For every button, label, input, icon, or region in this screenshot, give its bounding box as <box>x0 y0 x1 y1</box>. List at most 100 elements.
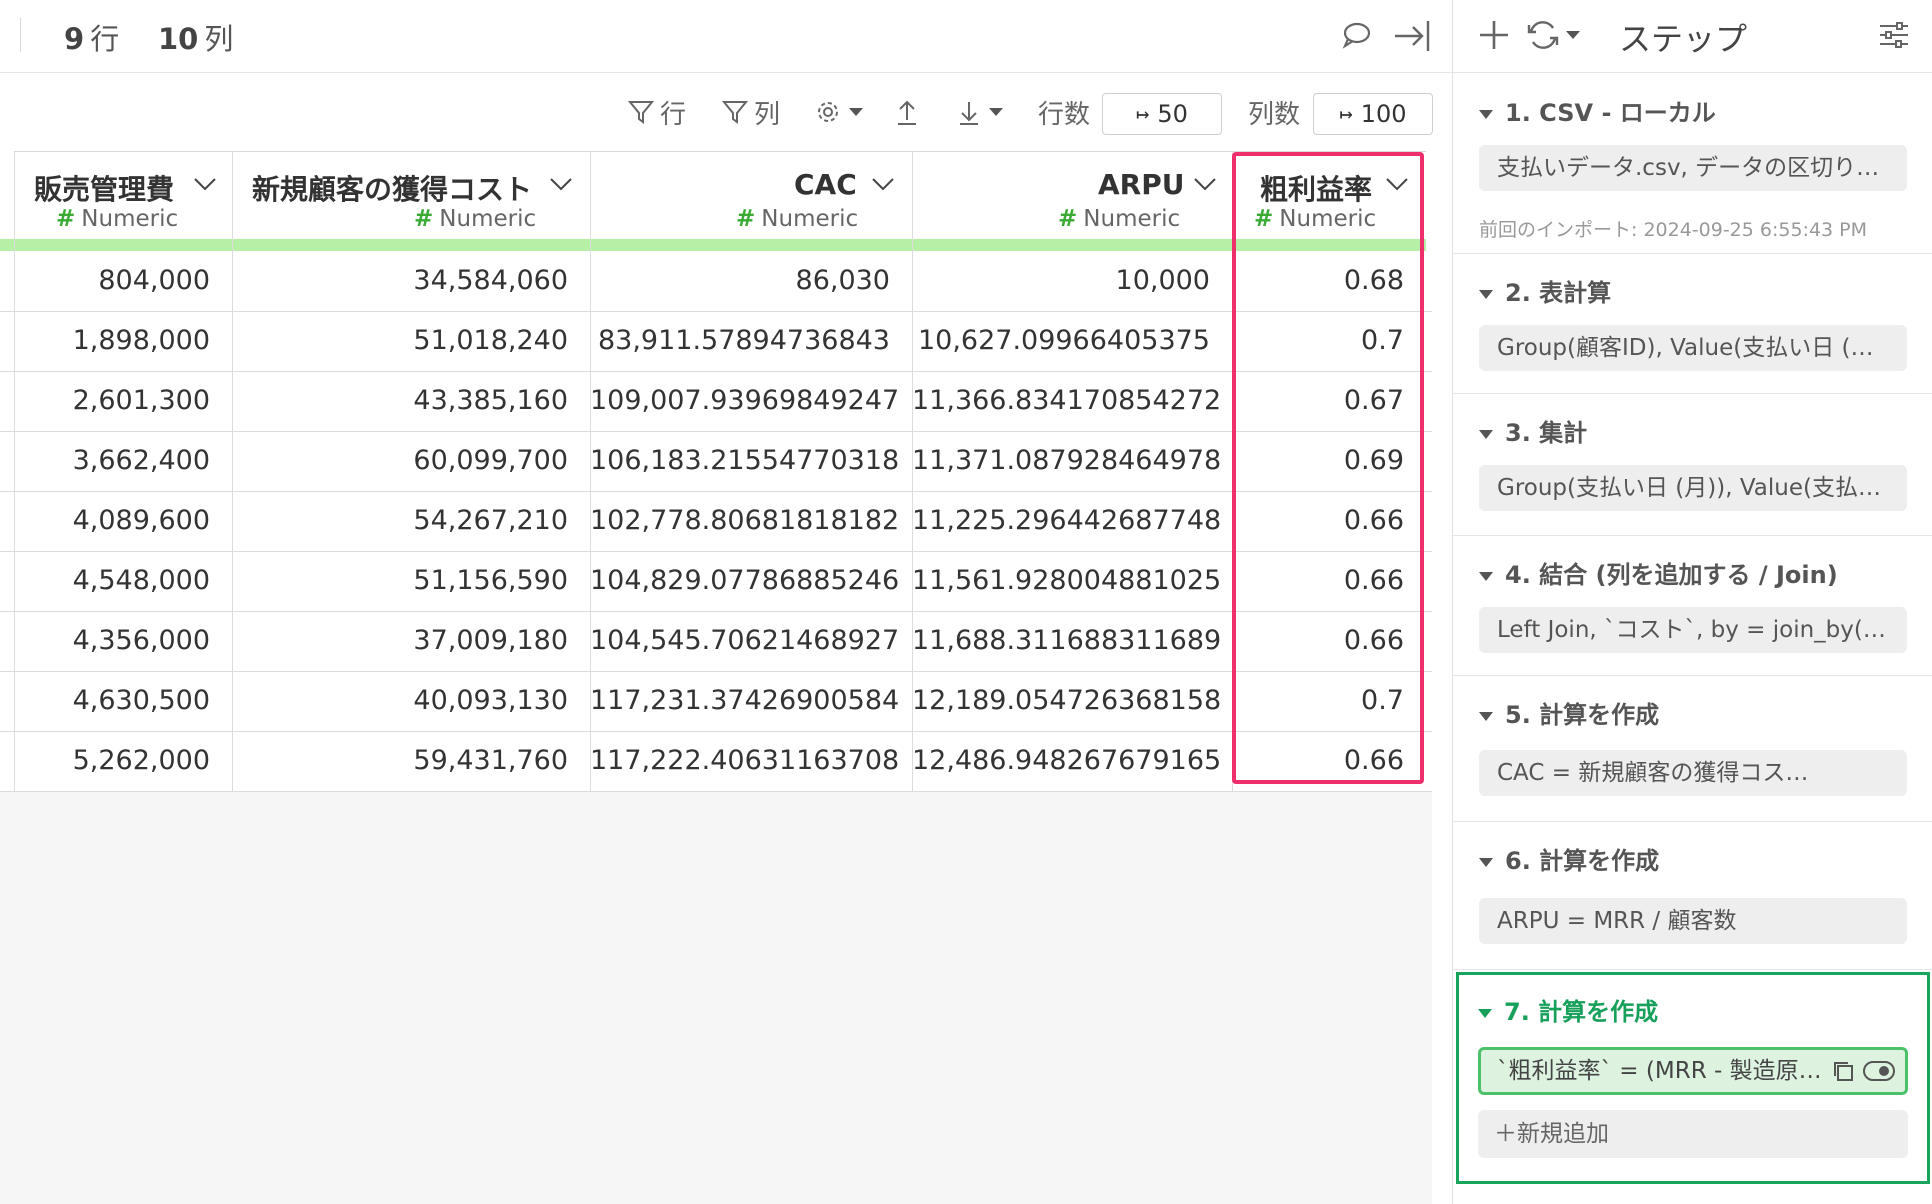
chevron-down-icon[interactable] <box>548 176 574 192</box>
table-cell[interactable]: 117,231.37426900584 <box>590 671 912 731</box>
table-cell[interactable]: 40,093,130 <box>232 671 590 731</box>
table-cell[interactable]: 104,829.07786885246 <box>590 551 912 611</box>
step-label: 2. 表計算 <box>1479 273 1611 308</box>
table-cell[interactable]: 109,007.93969849247 <box>590 371 912 431</box>
step-detail[interactable]: Group(顧客ID), Value(支払い日 (Den… <box>1479 325 1907 371</box>
step-5-calc[interactable]: 5. 計算を作成 CAC = 新規顧客の獲得コス… <box>1453 675 1932 822</box>
step-detail[interactable]: CAC = 新規顧客の獲得コス… <box>1479 750 1907 796</box>
table-cell[interactable]: 11,225.296442687748 <box>912 491 1232 551</box>
table-cell[interactable]: 4,630,500 <box>14 671 232 731</box>
table-cell[interactable]: 43,385,160 <box>232 371 590 431</box>
chevron-down-icon[interactable] <box>192 176 218 192</box>
table-cell[interactable]: 11,688.311688311689 <box>912 611 1232 671</box>
table-cell[interactable]: 0.66 <box>1232 551 1426 611</box>
step-1-csv-local[interactable]: 1. CSV - ローカル 支払いデータ.csv, データの区切り… 前回のイン… <box>1453 73 1932 254</box>
gear-icon <box>818 102 838 122</box>
table-cell[interactable]: 0.68 <box>1232 251 1426 311</box>
table-cell[interactable]: 4,356,000 <box>14 611 232 671</box>
caret-down-icon <box>989 108 1003 116</box>
table-cell[interactable]: 34,584,060 <box>232 251 590 311</box>
caret-down-icon <box>849 108 863 116</box>
table-cell[interactable]: 117,222.40631163708 <box>590 731 912 791</box>
cols-limit-input[interactable]: ↦ 100 <box>1313 93 1433 135</box>
table-cell[interactable]: 2,601,300 <box>14 371 232 431</box>
table-cell[interactable]: 11,561.928004881025 <box>912 551 1232 611</box>
filter-rows-label: 行 <box>660 99 687 130</box>
table-cell[interactable]: 12,189.054726368158 <box>912 671 1232 731</box>
table-cell[interactable]: 37,009,180 <box>232 611 590 671</box>
step-7-formula[interactable]: `粗利益率` = (MRR - 製造原… <box>1478 1047 1908 1095</box>
collapse-triangle-icon <box>1479 571 1493 581</box>
table-cell[interactable]: 51,156,590 <box>232 551 590 611</box>
step-label: 3. 集計 <box>1479 413 1587 448</box>
column-name: CAC <box>794 168 857 201</box>
table-cell[interactable]: 3,662,400 <box>14 431 232 491</box>
column-header-arpu[interactable]: ARPU # Numeric <box>912 151 1232 240</box>
table-cell[interactable]: 804,000 <box>14 251 232 311</box>
comment-icon[interactable] <box>1336 16 1376 56</box>
caret-down-icon[interactable] <box>1565 30 1581 40</box>
column-header-gross-margin[interactable]: 粗利益率 # Numeric <box>1232 151 1426 240</box>
settings-dropdown[interactable] <box>814 93 870 131</box>
table-cell[interactable]: 4,548,000 <box>14 551 232 611</box>
filter-columns-button[interactable]: 列 <box>722 93 780 131</box>
table-cell[interactable]: 4,089,600 <box>14 491 232 551</box>
table-cell[interactable]: 106,183.21554770318 <box>590 431 912 491</box>
filter-rows-button[interactable]: 行 <box>628 93 686 131</box>
table-cell[interactable]: 11,371.087928464978 <box>912 431 1232 491</box>
table-cell[interactable]: 86,030 <box>590 251 912 311</box>
table-cell[interactable]: 5,262,000 <box>14 731 232 791</box>
import-dropdown[interactable] <box>956 93 1010 131</box>
table-cell[interactable]: 59,431,760 <box>232 731 590 791</box>
column-count: 10 列 <box>158 22 234 56</box>
step-6-calc[interactable]: 6. 計算を作成 ARPU = MRR / 顧客数 <box>1453 821 1932 970</box>
copy-icon[interactable] <box>1831 1059 1855 1083</box>
column-header-acquisition-cost[interactable]: 新規顧客の獲得コスト # Numeric <box>232 151 590 240</box>
step-3-aggregate[interactable]: 3. 集計 Group(支払い日 (月)), Value(支払い… <box>1453 393 1932 536</box>
table-cell[interactable]: 10,000 <box>912 251 1232 311</box>
table-cell[interactable]: 0.66 <box>1232 731 1426 791</box>
column-header-cac[interactable]: CAC # Numeric <box>590 151 912 240</box>
chevron-down-icon[interactable] <box>870 176 896 192</box>
toggle-visibility-icon[interactable] <box>1863 1060 1895 1082</box>
table-cell[interactable]: 102,778.80681818182 <box>590 491 912 551</box>
step-label: 1. CSV - ローカル <box>1479 93 1716 128</box>
filter-columns-label: 列 <box>754 99 781 130</box>
table-cell[interactable]: 60,099,700 <box>232 431 590 491</box>
step-2-table-calc[interactable]: 2. 表計算 Group(顧客ID), Value(支払い日 (Den… <box>1453 253 1932 394</box>
table-cell[interactable]: 0.66 <box>1232 491 1426 551</box>
rows-limit-input[interactable]: ↦ 50 <box>1102 93 1222 135</box>
add-icon[interactable] <box>1477 18 1511 52</box>
table-cell[interactable]: 83,911.57894736843 <box>590 311 912 371</box>
step-detail: `粗利益率` = (MRR - 製造原… <box>1497 1058 1822 1084</box>
table-cell[interactable]: 11,366.834170854272 <box>912 371 1232 431</box>
chevron-down-icon[interactable] <box>1384 176 1410 192</box>
table-cell[interactable]: 1,898,000 <box>14 311 232 371</box>
column-header-sga[interactable]: 販売管理費 # Numeric <box>14 151 232 240</box>
table-row: 1,898,000 51,018,240 83,911.57894736843 10,… <box>0 311 1432 372</box>
column-name: ARPU <box>1098 168 1185 201</box>
step-detail[interactable]: Left Join, `コスト`, by = join_by(`支… <box>1479 607 1907 653</box>
table-cell[interactable]: 0.7 <box>1232 671 1426 731</box>
collapse-panel-icon[interactable] <box>1392 16 1432 56</box>
table-cell[interactable]: 51,018,240 <box>232 311 590 371</box>
table-cell[interactable]: 12,486.948267679165 <box>912 731 1232 791</box>
data-quality-bar <box>0 239 1426 251</box>
table-cell[interactable]: 10,627.09966405375 <box>912 311 1232 371</box>
step-detail[interactable]: ARPU = MRR / 顧客数 <box>1479 898 1907 944</box>
table-cell[interactable]: 54,267,210 <box>232 491 590 551</box>
table-cell[interactable]: 104,545.70621468927 <box>590 611 912 671</box>
settings-sliders-icon[interactable] <box>1877 18 1911 52</box>
table-cell[interactable]: 0.7 <box>1232 311 1426 371</box>
chevron-down-icon[interactable] <box>1192 176 1218 192</box>
table-cell[interactable]: 0.66 <box>1232 611 1426 671</box>
export-button[interactable] <box>894 93 926 131</box>
table-cell[interactable]: 0.69 <box>1232 431 1426 491</box>
table-cell[interactable]: 0.67 <box>1232 371 1426 431</box>
step-detail[interactable]: 支払いデータ.csv, データの区切り… <box>1479 145 1907 191</box>
add-new-step-button[interactable]: ＋新規追加 <box>1478 1110 1908 1158</box>
refresh-icon[interactable] <box>1525 18 1565 54</box>
download-icon <box>960 102 978 125</box>
step-4-join[interactable]: 4. 結合 (列を追加する / Join) Left Join, `コスト`, … <box>1453 535 1932 676</box>
step-detail[interactable]: Group(支払い日 (月)), Value(支払い… <box>1479 465 1907 511</box>
